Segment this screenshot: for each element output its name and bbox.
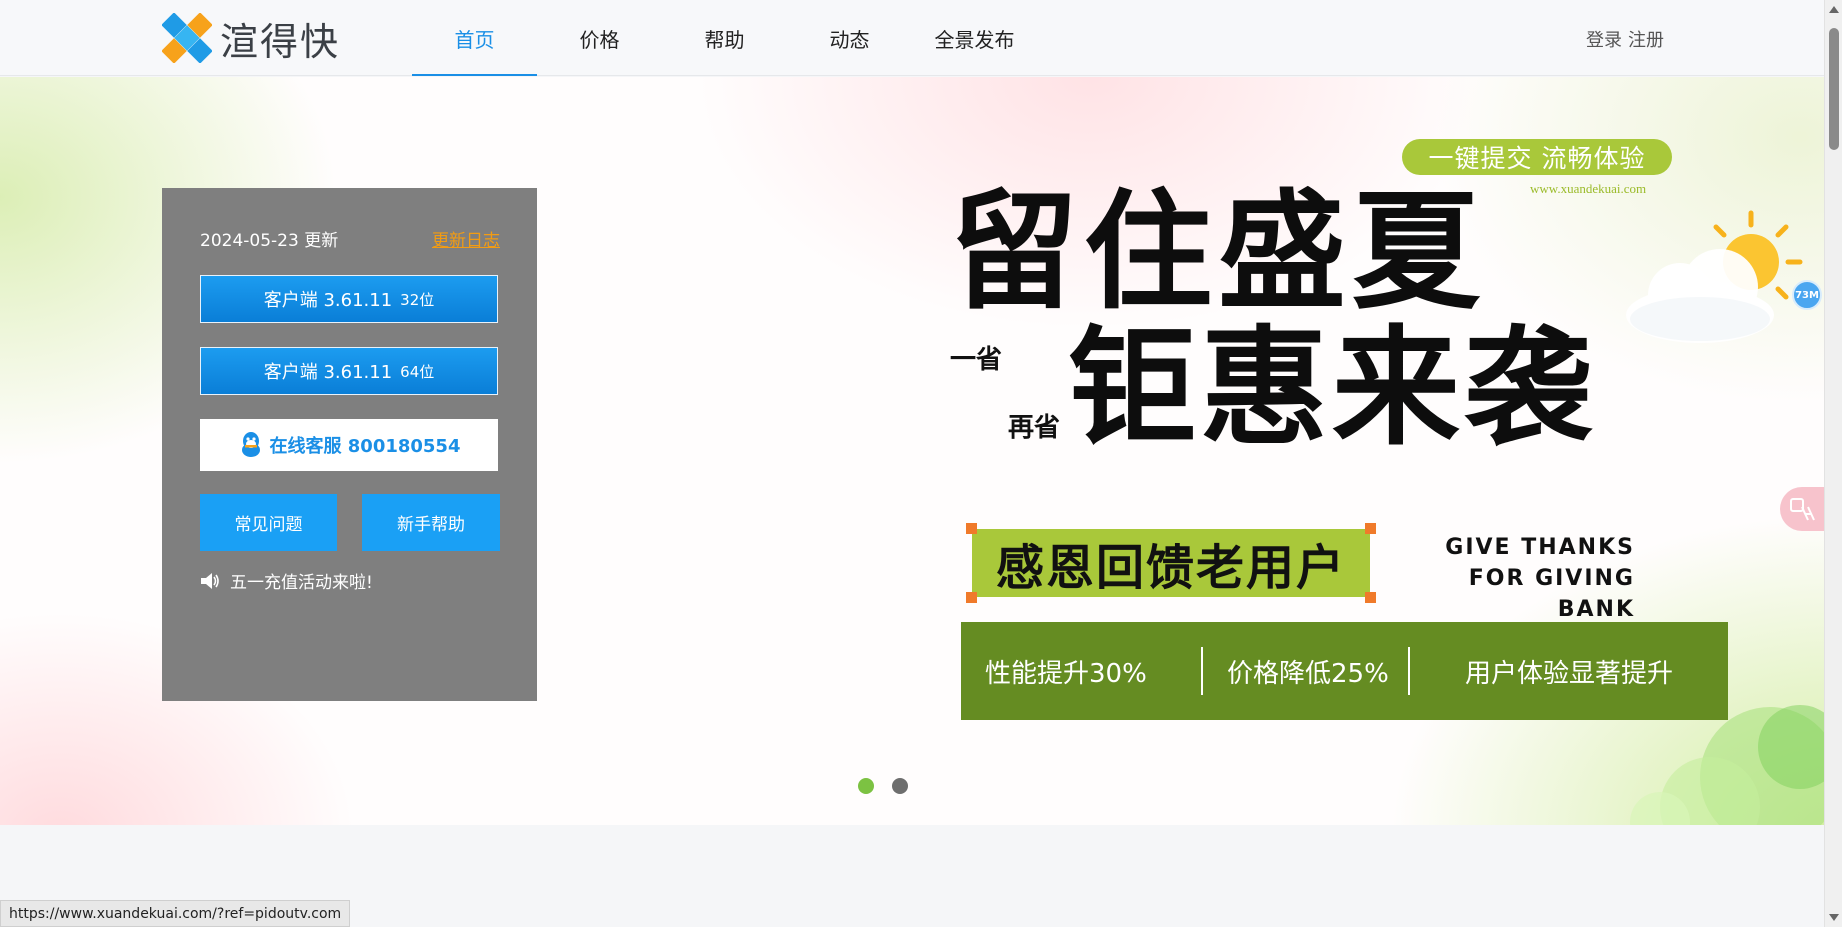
link-status-url: https://www.xuandekuai.com/?ref=pidoutv.… bbox=[0, 900, 351, 927]
newbie-help-button[interactable]: 新手帮助 bbox=[362, 494, 500, 551]
changelog-link[interactable]: 更新日志 bbox=[432, 226, 500, 251]
online-service-button[interactable]: 在线客服 800180554 bbox=[200, 419, 498, 471]
memory-badge[interactable]: 73M bbox=[1792, 280, 1822, 310]
online-service-label: 在线客服 800180554 bbox=[269, 436, 461, 457]
notice-row[interactable]: 五一充值活动来啦! bbox=[200, 568, 373, 593]
update-date: 2024-05-23 更新 bbox=[200, 231, 339, 251]
cloud-illustration-icon bbox=[1626, 249, 1774, 343]
stat-price: 价格降低25% bbox=[1227, 658, 1389, 689]
download-panel: 2024-05-23 更新 更新日志 客户端 3.61.11 32位 客户端 3… bbox=[162, 188, 537, 701]
headline-big-discount: 钜惠来袭 bbox=[1068, 314, 1597, 463]
corner-marker bbox=[966, 592, 977, 603]
nav-item-home[interactable]: 首页 bbox=[412, 0, 537, 76]
download-64bit-bits: 64位 bbox=[400, 362, 435, 381]
nav-item-pricing[interactable]: 价格 bbox=[537, 0, 662, 76]
notice-text: 五一充值活动来啦! bbox=[230, 573, 373, 593]
translate-widget[interactable] bbox=[1780, 487, 1824, 531]
speaker-icon bbox=[201, 572, 219, 589]
main-nav: 首页 价格 帮助 动态 全景发布 bbox=[412, 0, 1037, 76]
carousel-dot-2[interactable] bbox=[892, 778, 908, 794]
site-header: 渲得快 首页 价格 帮助 动态 全景发布 登录 注册 bbox=[0, 0, 1824, 76]
green-bubbles-illustration-icon bbox=[1630, 705, 1824, 825]
download-64bit-version: 客户端 3.61.11 bbox=[263, 362, 393, 383]
thanks-english-line-1: GIVE THANKS bbox=[1445, 535, 1635, 560]
register-link[interactable]: 注册 bbox=[1628, 26, 1664, 52]
carousel-dot-1[interactable] bbox=[858, 778, 874, 794]
carousel-dots bbox=[858, 778, 908, 794]
site-logo[interactable]: 渲得快 bbox=[162, 13, 340, 64]
corner-marker bbox=[1365, 523, 1376, 534]
download-64bit-button[interactable]: 客户端 3.61.11 64位 bbox=[200, 347, 498, 395]
thanks-banner-text: 感恩回馈老用户 bbox=[995, 540, 1346, 596]
scroll-down-arrow-icon[interactable] bbox=[1829, 914, 1839, 921]
thanks-english: GIVE THANKS FOR GIVING BANK bbox=[1395, 532, 1635, 625]
nav-item-news[interactable]: 动态 bbox=[787, 0, 912, 76]
scroll-thumb[interactable] bbox=[1829, 28, 1839, 150]
nav-item-panorama[interactable]: 全景发布 bbox=[912, 0, 1037, 76]
nav-item-help[interactable]: 帮助 bbox=[662, 0, 787, 76]
login-link[interactable]: 登录 bbox=[1586, 26, 1622, 52]
thanks-english-line-2: FOR GIVING BANK bbox=[1468, 566, 1635, 622]
stat-performance: 性能提升30% bbox=[985, 658, 1147, 689]
logo-text: 渲得快 bbox=[220, 19, 341, 64]
page: 渲得快 首页 价格 帮助 动态 全景发布 登录 注册 2024-05-23 更新… bbox=[0, 0, 1842, 927]
page-scrollbar[interactable] bbox=[1824, 0, 1842, 927]
faq-button[interactable]: 常见问题 bbox=[200, 494, 337, 551]
logo-mark-icon bbox=[162, 13, 212, 63]
slogan-pill: 一键提交 流畅体验 bbox=[1402, 139, 1672, 175]
download-32bit-button[interactable]: 客户端 3.61.11 32位 bbox=[200, 275, 498, 323]
download-32bit-bits: 32位 bbox=[400, 290, 435, 309]
thanks-banner: 感恩回馈老用户 bbox=[966, 523, 1376, 603]
hero-banner[interactable]: 2024-05-23 更新 更新日志 客户端 3.61.11 32位 客户端 3… bbox=[0, 77, 1824, 825]
download-32bit-version: 客户端 3.61.11 bbox=[263, 290, 393, 311]
headline-summer: 留住盛夏 bbox=[950, 178, 1487, 327]
headline-save-again: 再省 bbox=[1008, 413, 1061, 443]
auth-links: 登录 注册 bbox=[1586, 26, 1664, 52]
panel-top-row: 2024-05-23 更新 更新日志 bbox=[200, 226, 500, 251]
corner-marker bbox=[966, 523, 977, 534]
headline-save-once: 一省 bbox=[950, 345, 1003, 375]
corner-marker bbox=[1365, 592, 1376, 603]
qq-penguin-icon bbox=[241, 432, 260, 457]
promo-site-url: www.xuandekuai.com bbox=[1530, 181, 1647, 196]
scroll-up-arrow-icon[interactable] bbox=[1829, 6, 1839, 13]
translate-icon bbox=[1790, 498, 1815, 521]
